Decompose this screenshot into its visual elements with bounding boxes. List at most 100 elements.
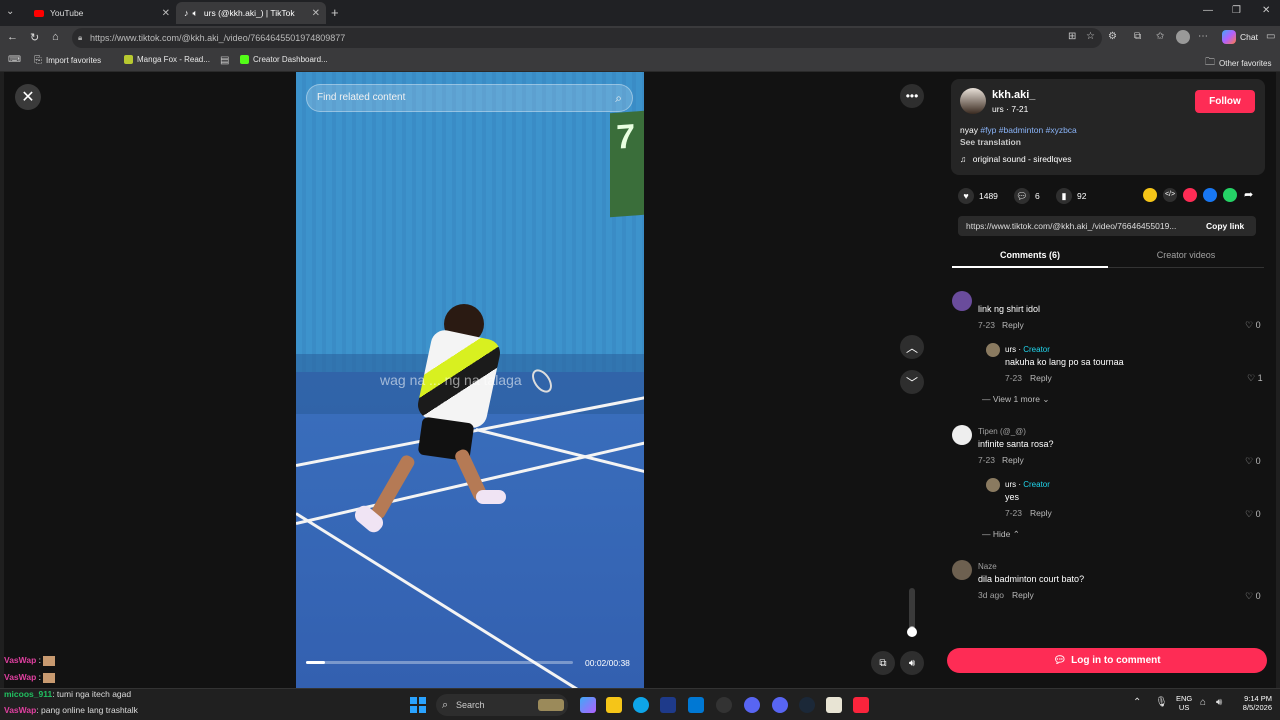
search-icon[interactable]: ⌕ [615,85,622,111]
sidebar-toggle-icon[interactable]: ▭ [1266,31,1275,42]
extensions-icon[interactable]: ⚙ [1108,31,1117,42]
notepad-icon[interactable] [826,697,842,713]
commenter-avatar[interactable] [952,291,972,311]
comment-like[interactable]: ♡ 1 [1247,373,1263,384]
language-indicator[interactable]: ENG US [1176,694,1192,712]
repost-icon[interactable] [1143,188,1157,202]
other-favorites[interactable]: 🗀 Other favorites [1205,55,1271,72]
taskbar-search[interactable]: ⌕ Search [436,694,568,716]
close-tab-icon[interactable]: ✕ [312,8,320,19]
network-icon[interactable]: ⌂ [1200,697,1206,708]
reply-button[interactable]: Reply [1002,320,1024,330]
related-content-search[interactable]: Find related content ⌕ [306,84,633,112]
commenter-avatar[interactable] [952,560,972,580]
volume-icon[interactable]: 🔊︎ [1216,697,1222,708]
tab-tiktok[interactable]: ♪ 🔈︎ urs (@kkh.aki_) | TikTok ✕ [176,2,326,24]
hide-replies[interactable]: — Hide ⌃ [982,529,1020,540]
creator-avatar[interactable] [960,88,986,114]
follow-button[interactable]: Follow [1195,90,1255,113]
commenter-avatar[interactable] [986,343,1000,357]
more-options-button[interactable]: ••• [900,84,924,108]
comment-author[interactable]: Tipen (@_@) [978,427,1026,436]
windows-start-icon[interactable] [410,697,426,713]
store-icon[interactable] [660,697,676,713]
commenter-avatar[interactable] [952,425,972,445]
comment-author[interactable]: Naze [978,562,997,571]
discord-icon[interactable] [744,697,760,713]
hashtag-link[interactable]: #fyp [980,125,996,135]
embed-icon[interactable]: </> [1163,188,1177,202]
outlook-icon[interactable] [688,697,704,713]
microphone-icon[interactable]: 🎙︎ [1155,697,1168,708]
more-icon[interactable]: ⋯ [1198,31,1208,42]
home-icon[interactable]: ⌂ [52,31,59,43]
close-button[interactable]: ✕ [15,84,41,110]
reply-button[interactable]: Reply [1030,508,1052,518]
like-stat[interactable]: ♥ 1489 [958,188,998,204]
view-more-replies[interactable]: — View 1 more ⌄ [982,394,1049,405]
progress-bar[interactable] [306,661,573,664]
github-icon[interactable] [716,697,732,713]
edge-icon[interactable] [633,697,649,713]
comment-like[interactable]: ♡ 0 [1245,591,1261,602]
save-stat[interactable]: ▮ 92 [1056,188,1086,204]
tab-creator-videos[interactable]: Creator videos [1108,250,1264,260]
comment-author[interactable]: urs [1005,480,1016,489]
hashtag-link[interactable]: #xyzbca [1046,125,1077,135]
file-explorer-icon[interactable] [606,697,622,713]
profile-avatar[interactable] [1176,30,1190,44]
back-icon[interactable]: ← [7,31,18,43]
favorites-icon[interactable]: ✩ [1156,31,1164,42]
volume-knob[interactable] [907,627,917,637]
bookmark-manga[interactable]: Manga Fox - Read... [124,55,210,64]
restore-button[interactable]: ❐ [1232,5,1241,16]
share-arrow-icon[interactable]: ➦ [1244,188,1253,201]
mute-button[interactable]: 🔊︎ [900,651,924,675]
app-icon[interactable]: ⊞ [1068,31,1076,42]
bookmark-creator-dashboard[interactable]: Creator Dashboard... [240,55,328,64]
tab-youtube[interactable]: YouTube ✕ [26,2,176,24]
next-video-button[interactable]: ﹀ [900,370,924,394]
commenter-avatar[interactable] [986,478,1000,492]
send-icon[interactable] [1183,188,1197,202]
music-icon[interactable] [853,697,869,713]
url-field[interactable]: 🔒︎ https://www.tiktok.com/@kkh.aki_/vide… [72,28,1102,48]
tab-comments[interactable]: Comments (6) [952,250,1108,260]
tab-list-icon[interactable]: ⌄ [6,6,14,17]
minimize-button[interactable]: — [1203,5,1213,16]
comment-like[interactable]: ♡ 0 [1245,456,1261,467]
clock[interactable]: 9:14 PM 8/5/2026 [1236,694,1272,712]
whatsapp-icon[interactable] [1223,188,1237,202]
see-translation-link[interactable]: See translation [960,137,1021,147]
creator-username[interactable]: kkh.aki_ [992,89,1035,101]
reply-button[interactable]: Reply [1012,590,1034,600]
steam-icon[interactable] [799,697,815,713]
refresh-icon[interactable]: ↻ [30,31,39,44]
comment-like[interactable]: ♡ 0 [1245,509,1261,520]
previous-video-button[interactable]: ︿ [900,335,924,359]
discord-icon[interactable] [772,697,788,713]
facebook-icon[interactable] [1203,188,1217,202]
comment-stat[interactable]: 💬︎ 6 [1014,188,1040,204]
copilot-icon[interactable] [580,697,596,713]
close-window-button[interactable]: ✕ [1262,5,1270,16]
star-icon[interactable]: ☆ [1086,31,1095,42]
close-tab-icon[interactable]: ✕ [162,8,170,19]
login-to-comment-button[interactable]: 💬︎ Log in to comment [947,648,1267,673]
reply-button[interactable]: Reply [1030,373,1052,383]
reply-button[interactable]: Reply [1002,455,1024,465]
chevron-up-icon[interactable]: ⌃ [1133,697,1141,708]
hashtag-link[interactable]: #badminton [999,125,1043,135]
pip-button[interactable]: ⧉ [871,651,895,675]
copy-link-button[interactable]: Copy link [1206,221,1244,231]
sound-row[interactable]: ♫ original sound - siredlqves [960,154,1072,164]
copilot-icon[interactable] [1222,30,1236,44]
chat-label[interactable]: Chat [1240,32,1258,42]
comment-like[interactable]: ♡ 0 [1245,320,1261,331]
bookmark-menu-icon[interactable]: ⌨ [8,54,21,65]
split-icon[interactable]: ⧉ [1134,31,1141,42]
bookmark-creator[interactable]: ▤ [220,55,229,66]
bookmark-import[interactable]: ⎘ Import favorites [34,55,101,66]
comment-author[interactable]: urs [1005,345,1016,354]
new-tab-button[interactable]: + [331,5,339,20]
